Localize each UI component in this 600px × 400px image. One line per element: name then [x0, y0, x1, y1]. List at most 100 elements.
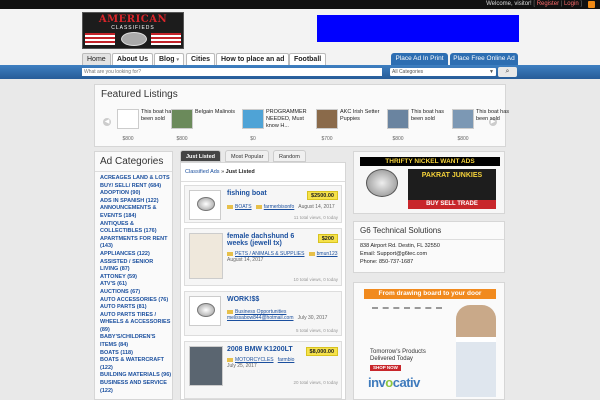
- invocativ-text-line2: Delivered Today: [370, 356, 413, 362]
- category-link[interactable]: EVENTS (184): [100, 213, 172, 221]
- nav-cities[interactable]: Cities: [186, 53, 216, 65]
- category-link[interactable]: ASSISTED / SENIOR: [100, 259, 172, 267]
- category-link[interactable]: COLLECTIBLES (176): [100, 228, 172, 236]
- listing-user[interactable]: farmerbisonfo: [264, 204, 295, 210]
- breadcrumb: Classified Ads » Just Listed: [181, 163, 345, 182]
- site-logo[interactable]: AMERICAN CLASSIFIEDS: [82, 12, 184, 49]
- place-free-online-ad-button[interactable]: Place Free Online Ad: [450, 53, 518, 65]
- category-link[interactable]: AUTO PARTS TIRES /: [100, 312, 172, 320]
- welcome-text: Welcome, visitor!: [486, 1, 532, 7]
- listing-title[interactable]: WORK!$$: [227, 296, 297, 303]
- category-link[interactable]: LIVING (87): [100, 266, 172, 274]
- nav-football[interactable]: Football: [289, 53, 327, 65]
- breadcrumb-link[interactable]: Classified Ads: [185, 169, 220, 175]
- featured-item-price: $800: [457, 136, 469, 142]
- category-link[interactable]: AUTO ACCESSORIES (76): [100, 297, 172, 305]
- tab-most-popular[interactable]: Most Popular: [225, 150, 270, 162]
- header-ad-banner[interactable]: [317, 15, 519, 42]
- g6-address: 838 Airport Rd. Destin, FL 32550: [360, 243, 440, 249]
- listing-thumb[interactable]: [189, 296, 221, 326]
- category-link[interactable]: (89): [100, 327, 172, 335]
- featured-item[interactable]: This boat has been sold $800: [387, 109, 451, 145]
- category-select[interactable]: All Categories ▼: [390, 68, 496, 76]
- category-link[interactable]: ITEMS (84): [100, 342, 172, 350]
- featured-item-price: $700: [321, 136, 333, 142]
- listing-item[interactable]: WORK!$$ Business Opportunities melissabow…: [184, 291, 342, 336]
- category-link[interactable]: BUY/ SELL/ RENT (684): [100, 183, 172, 191]
- coin-icon: [366, 169, 398, 197]
- listing-user[interactable]: melissabow844@hotmail.com: [227, 315, 294, 321]
- category-link[interactable]: APPLIANCES (122): [100, 251, 172, 259]
- category-link[interactable]: APARTMENTS FOR RENT: [100, 236, 172, 244]
- listing-date: August 14, 2017: [298, 204, 335, 210]
- listing-item[interactable]: fishing boat $2500.00 BOATS farmerbisonf…: [184, 185, 342, 223]
- category-link[interactable]: ANNOUNCEMENTS &: [100, 205, 172, 213]
- featured-item[interactable]: This boat has been sold $800: [452, 109, 516, 145]
- nav-blog[interactable]: Blog ▾: [154, 53, 185, 65]
- category-link[interactable]: (122): [100, 365, 172, 373]
- listing-thumb[interactable]: [189, 346, 223, 386]
- category-link[interactable]: ADS IN SPANISH (122): [100, 198, 172, 206]
- search-input[interactable]: [82, 68, 382, 76]
- category-link[interactable]: ADOPTION (90): [100, 190, 172, 198]
- search-button[interactable]: ⌕: [498, 67, 517, 77]
- category-link[interactable]: WHEELS & ACCESSORIES: [100, 319, 172, 327]
- category-list: ACREAGES LAND & LOTS BUY/ SELL/ RENT (68…: [95, 175, 172, 395]
- featured-thumb: [316, 109, 338, 129]
- category-link[interactable]: BUILDING MATERIALS (96): [100, 372, 172, 380]
- listing-title[interactable]: fishing boat: [227, 190, 297, 197]
- category-link[interactable]: (143): [100, 243, 172, 251]
- top-bar: Welcome, visitor! [ Register | Login ]: [0, 0, 600, 9]
- listing-user[interactable]: bmun123: [317, 251, 338, 257]
- invocativ-ad[interactable]: From drawing board to your door Tomorrow…: [353, 282, 505, 400]
- nav-about-us[interactable]: About Us: [112, 53, 154, 65]
- thrifty-nickel-ad[interactable]: THRIFTY NICKEL WANT ADS PAKRAT JUNKIES B…: [353, 151, 505, 214]
- featured-thumb: [387, 109, 409, 129]
- login-link[interactable]: Login: [564, 1, 579, 7]
- shop-now-button[interactable]: SHOP NOW: [370, 365, 401, 371]
- featured-item[interactable]: AKC Irish Setter Puppies $700: [316, 109, 380, 145]
- listing-date: July 25, 2017: [227, 363, 257, 369]
- listing-item[interactable]: female dachshund 6 weeks (jewell tx) $20…: [184, 228, 342, 286]
- tab-just-listed[interactable]: Just Listed: [180, 150, 222, 162]
- register-link[interactable]: Register: [537, 1, 559, 7]
- listing-meta: Business Opportunities melissabow844@hotm…: [227, 309, 327, 321]
- chevron-down-icon: ▼: [489, 69, 494, 75]
- listing-date: August 14, 2017: [227, 257, 264, 263]
- category-link[interactable]: ACREAGES LAND & LOTS: [100, 175, 172, 183]
- featured-item[interactable]: PROGRAMMER NEEDED, Must know H... $0: [242, 109, 307, 145]
- category-link[interactable]: BOATS (118): [100, 350, 172, 358]
- listing-title[interactable]: 2008 BMW K1200LT: [227, 346, 297, 353]
- nav-how-to-place-ad[interactable]: How to place an ad: [216, 53, 290, 65]
- featured-thumb: [171, 109, 193, 129]
- coin-placeholder-icon: [197, 303, 215, 317]
- category-link[interactable]: BOATS & WATERCRAFT: [100, 357, 172, 365]
- eagle-emblem-icon: [121, 32, 147, 46]
- listing-thumb[interactable]: [189, 233, 223, 279]
- featured-prev-arrow-icon[interactable]: ◀: [103, 118, 111, 126]
- pakrat-junkies-title: PAKRAT JUNKIES: [408, 169, 496, 201]
- listing-category[interactable]: BOATS: [235, 204, 252, 210]
- category-link[interactable]: (122): [100, 388, 172, 396]
- category-link[interactable]: AUTO PARTS (81): [100, 304, 172, 312]
- category-link[interactable]: ANTIQUES &: [100, 221, 172, 229]
- category-link[interactable]: BUSINESS AND SERVICE: [100, 380, 172, 388]
- category-link[interactable]: AUCTIONS (67): [100, 289, 172, 297]
- category-link[interactable]: ATTONEY (59): [100, 274, 172, 282]
- category-link[interactable]: ATV'S (61): [100, 281, 172, 289]
- tab-random[interactable]: Random: [273, 150, 306, 162]
- featured-item[interactable]: Belgain Malinois $800: [171, 109, 235, 145]
- listing-thumb[interactable]: [189, 190, 221, 220]
- listing-user[interactable]: farmbio: [278, 357, 295, 363]
- category-link[interactable]: BABY'S/CHILDREN'S: [100, 334, 172, 342]
- listing-stats: 20 total views, 0 today: [293, 380, 338, 385]
- nav-blog-label: Blog: [159, 56, 175, 63]
- nav-home[interactable]: Home: [82, 53, 111, 65]
- place-ad-in-print-button[interactable]: Place Ad In Print: [391, 53, 448, 65]
- listing-title[interactable]: female dachshund 6 weeks (jewell tx): [227, 233, 305, 247]
- user-icon: [308, 251, 315, 256]
- listing-price: $2500.00: [307, 191, 338, 200]
- rss-icon[interactable]: [588, 1, 595, 8]
- listing-price: $200: [317, 234, 338, 243]
- listing-item[interactable]: 2008 BMW K1200LT $8,000.00 MOTORCYCLES f…: [184, 341, 342, 399]
